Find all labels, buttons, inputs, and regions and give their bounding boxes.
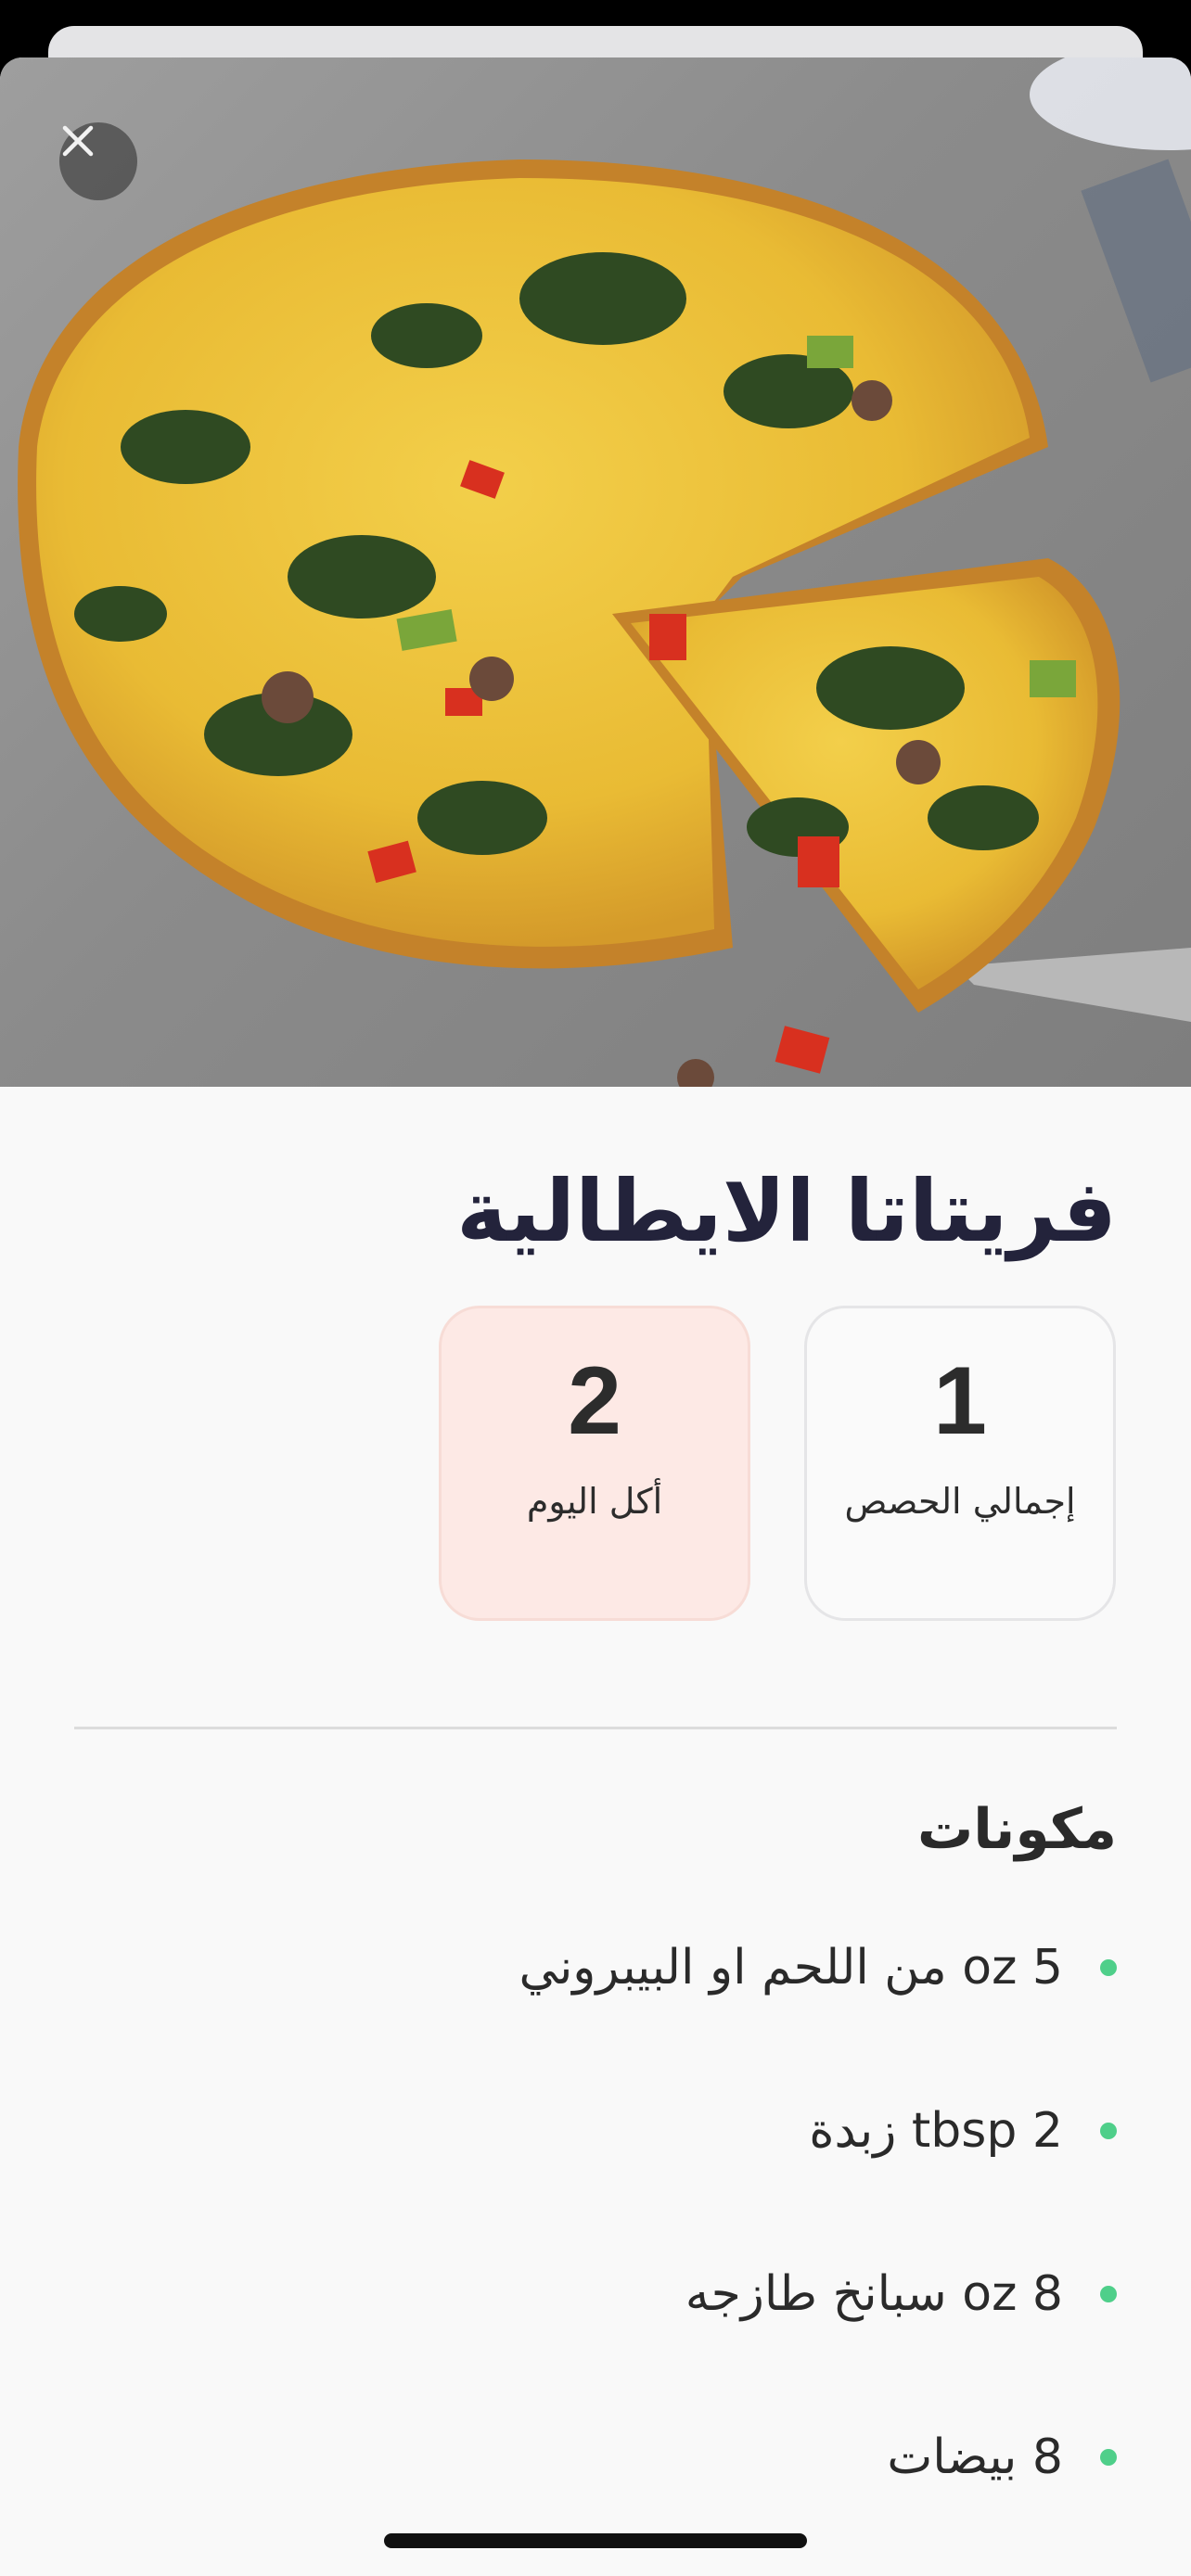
- list-item: 8 oz سبانخ طازجه: [685, 2257, 1117, 2331]
- bullet-icon: [1100, 1959, 1117, 1976]
- list-item: 5 oz من اللحم او البيبروني: [519, 1931, 1117, 2005]
- eaten-today-value: 2: [568, 1347, 621, 1455]
- ingredients-title: مكونات: [916, 1797, 1117, 1862]
- ingredient-text: 8 بيضات: [887, 2429, 1063, 2485]
- close-button[interactable]: [59, 122, 137, 200]
- home-indicator[interactable]: [384, 2533, 807, 2548]
- eaten-today-label: أكل اليوم: [526, 1481, 663, 1522]
- ingredient-text: 8 oz سبانخ طازجه: [685, 2266, 1063, 2322]
- eaten-today-card[interactable]: 2 أكل اليوم: [439, 1306, 750, 1621]
- recipe-image: [0, 57, 1191, 1087]
- list-item: 2 tbsp زبدة: [809, 2094, 1117, 2168]
- bullet-icon: [1100, 2123, 1117, 2139]
- divider: [74, 1727, 1117, 1729]
- total-servings-card: 1 إجمالي الحصص: [804, 1306, 1116, 1621]
- ingredient-text: 2 tbsp زبدة: [809, 2103, 1063, 2159]
- ingredient-text: 5 oz من اللحم او البيبروني: [519, 1940, 1063, 1996]
- total-servings-label: إجمالي الحصص: [844, 1481, 1076, 1522]
- frittata-illustration: [18, 57, 1191, 1087]
- bullet-icon: [1100, 2449, 1117, 2466]
- close-icon: [62, 125, 94, 157]
- total-servings-value: 1: [933, 1347, 987, 1455]
- list-item: 8 بيضات: [887, 2420, 1117, 2494]
- bullet-icon: [1100, 2286, 1117, 2302]
- recipe-sheet: فريتاتا الايطالية 1 إجمالي الحصص 2 أكل ا…: [0, 57, 1191, 2576]
- recipe-title: فريتاتا الايطالية: [456, 1162, 1117, 1261]
